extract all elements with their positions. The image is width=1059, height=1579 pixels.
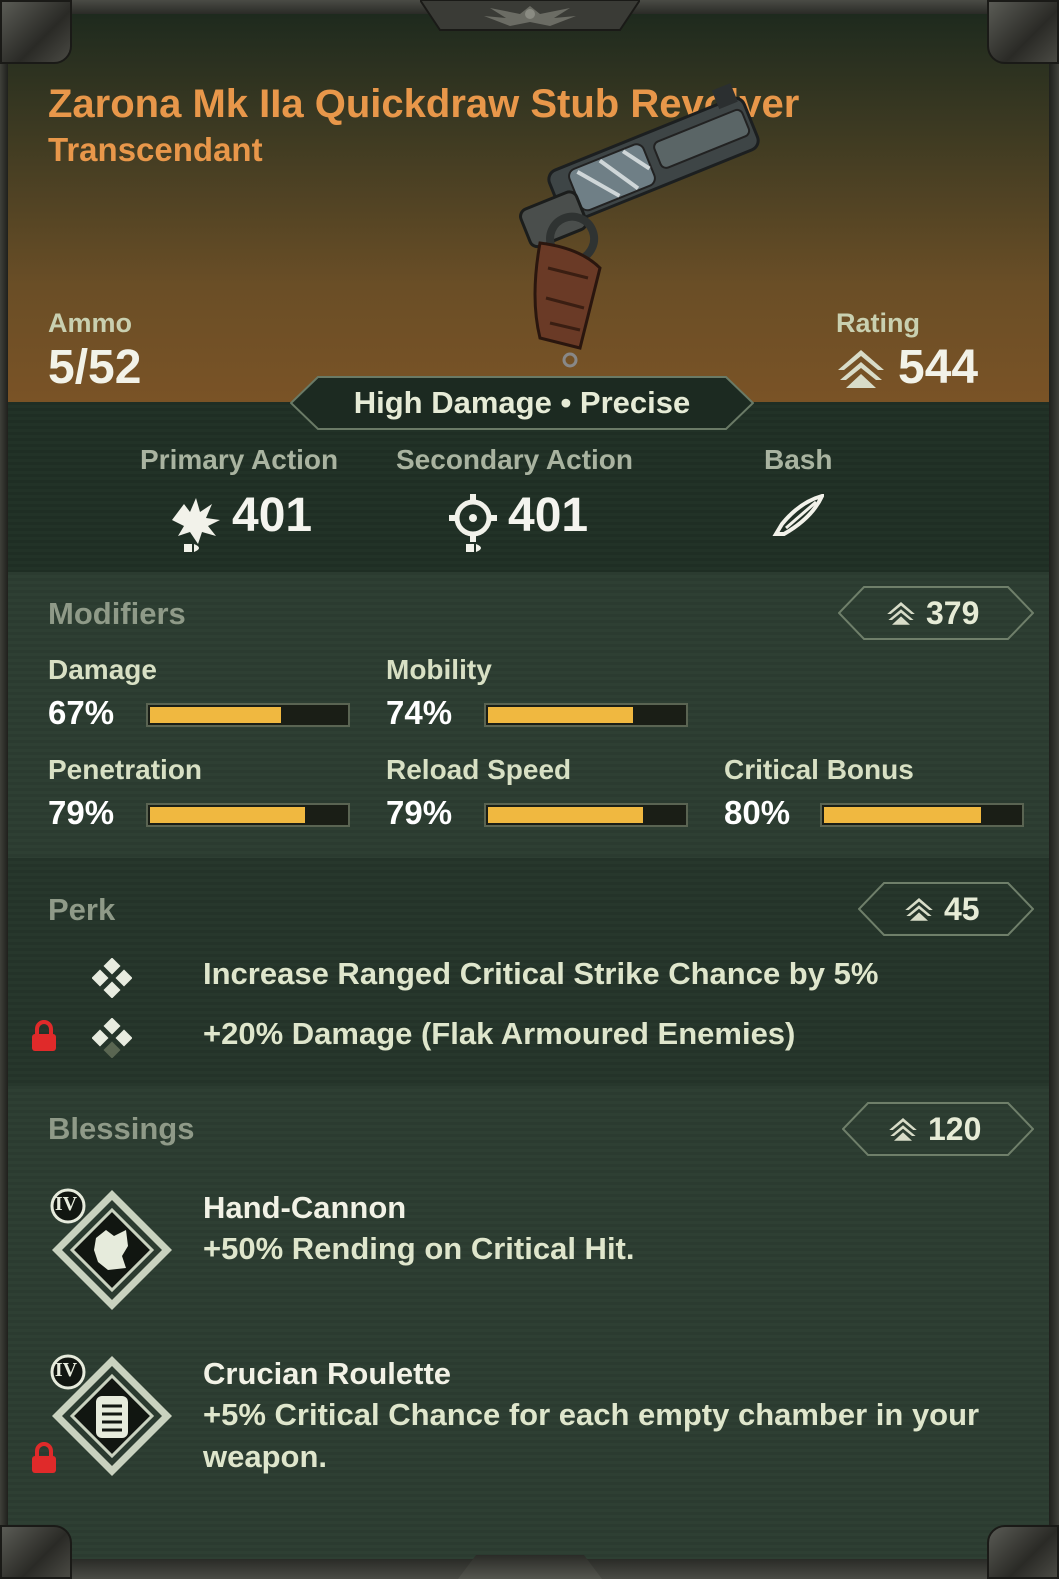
- primary-action-label: Primary Action: [140, 444, 339, 475]
- frame-right: [1049, 0, 1059, 1579]
- frame-corner: [0, 0, 72, 64]
- secondary-action-value: 401: [508, 489, 589, 542]
- rating-label: Rating: [836, 308, 920, 338]
- item-rarity: Transcendant: [48, 131, 263, 168]
- crosshair-icon: [449, 494, 497, 552]
- lock-icon: [32, 1442, 56, 1473]
- rating-chevron-icon: [889, 1118, 917, 1141]
- blessing-tier: IV: [54, 1193, 78, 1215]
- modifier-bar: [820, 803, 1024, 827]
- ammo-value: 5/52: [48, 341, 142, 394]
- modifiers-rating-badge: 379: [838, 586, 1034, 640]
- modifier-bar-fill: [488, 807, 643, 823]
- modifier-label: Reload Speed: [386, 754, 572, 785]
- blessings-section: [8, 1086, 1049, 1559]
- blessing-description: +50% Rending on Critical Hit.: [203, 1231, 635, 1266]
- weapon-tooltip-card: Zarona Mk IIa Quickdraw Stub Revolver Tr…: [0, 0, 1059, 1579]
- blessing-tier: IV: [54, 1359, 78, 1381]
- blade-icon: [772, 494, 824, 536]
- modifier-bar: [146, 803, 350, 827]
- perk-title: Perk: [48, 892, 116, 927]
- rating-chevron-icon: [887, 602, 915, 625]
- lock-icon: [32, 1020, 56, 1051]
- perk-diamond-icon: [92, 958, 132, 998]
- weapon-tags: High Damage • Precise: [353, 385, 691, 420]
- blessings-title: Blessings: [48, 1111, 195, 1146]
- modifier-bar: [484, 703, 688, 727]
- secondary-action-label: Secondary Action: [396, 444, 634, 475]
- modifier-value: 67%: [48, 694, 115, 731]
- perk-line: Increase Ranged Critical Strike Chance b…: [203, 956, 879, 991]
- modifier-value: 79%: [386, 794, 453, 831]
- frame-corner: [0, 1525, 72, 1579]
- modifier-bar-fill: [150, 707, 281, 723]
- perk-rating-badge: 45: [858, 882, 1034, 936]
- blessing-name: Hand-Cannon: [203, 1190, 407, 1225]
- weapon-tags-banner: High Damage • Precise: [290, 376, 754, 430]
- modifier-bar: [146, 703, 350, 727]
- blessing-name: Crucian Roulette: [203, 1356, 452, 1391]
- blessings-rating-badge: 120: [842, 1102, 1034, 1156]
- modifier-label: Mobility: [386, 654, 492, 685]
- modifier-label: Damage: [48, 654, 157, 685]
- revolver-image: [519, 83, 760, 368]
- perk-rating: 45: [944, 891, 980, 927]
- bash-label: Bash: [764, 444, 833, 475]
- frame-corner: [987, 1525, 1059, 1579]
- modifier-bar-fill: [150, 807, 305, 823]
- modifier-label: Critical Bonus: [724, 754, 914, 785]
- modifiers-title: Modifiers: [48, 596, 186, 631]
- perk-line: +20% Damage (Flak Armoured Enemies): [203, 1016, 796, 1051]
- burst-fire-icon: [172, 498, 220, 552]
- aquila-emblem-icon: [420, 0, 640, 31]
- modifier-value: 80%: [724, 794, 791, 831]
- modifier-bar: [484, 803, 688, 827]
- perk-diamond-icon: [92, 1018, 132, 1058]
- rating-chevron-icon: [838, 350, 884, 388]
- modifier-bar-fill: [488, 707, 633, 723]
- frame-corner: [987, 0, 1059, 64]
- modifier-bar-fill: [824, 807, 981, 823]
- rating-chevron-icon: [905, 898, 933, 921]
- blessing-description: +5% Critical Chance for each empty chamb…: [203, 1397, 980, 1474]
- frame-left: [0, 0, 8, 1579]
- modifier-label: Penetration: [48, 754, 203, 785]
- rating-value: 544: [898, 341, 979, 394]
- primary-action-value: 401: [232, 489, 313, 542]
- ammo-label: Ammo: [48, 308, 133, 338]
- modifier-value: 74%: [386, 694, 453, 731]
- modifier-value: 79%: [48, 794, 115, 831]
- blessings-rating: 120: [928, 1111, 982, 1147]
- modifiers-rating: 379: [926, 595, 980, 631]
